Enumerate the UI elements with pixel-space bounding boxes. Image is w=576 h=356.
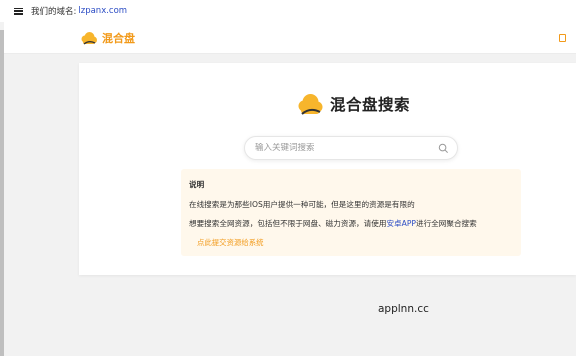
- cloud-logo-icon: [81, 31, 97, 45]
- domain-bar: 我们的域名: lzpanx.com: [0, 0, 576, 22]
- domain-link[interactable]: lzpanx.com: [78, 6, 127, 16]
- notice-line-2-suffix: 进行全网聚合搜索: [415, 219, 477, 228]
- notice-title: 说明: [189, 180, 205, 189]
- brand-name: 混合盘: [102, 31, 135, 45]
- notice-line-3: 点此提交资源给系统: [189, 237, 513, 248]
- top-header: 混合盘: [4, 22, 576, 54]
- search-card: 混合盘搜索 说明 在线搜索是为那些IOS用户提供一种可能，但是这里的资源是有限的…: [79, 63, 576, 275]
- search-input[interactable]: [255, 143, 435, 153]
- android-app-link[interactable]: 安卓APP: [386, 219, 416, 228]
- notice-line-2-prefix: 想要搜索全网资源，包括但不限于网盘、磁力资源，请使用: [189, 219, 387, 228]
- footer-text: applnn.cc: [378, 303, 429, 315]
- submit-resource-link[interactable]: 点此提交资源给系统: [197, 238, 264, 247]
- search-box: [244, 136, 458, 160]
- search-icon[interactable]: [438, 143, 449, 154]
- hero-heading: 混合盘搜索: [296, 93, 410, 115]
- domain-label: 我们的域名:: [31, 7, 77, 17]
- scrollbar[interactable]: [0, 30, 4, 356]
- notice-line-2: 想要搜索全网资源，包括但不限于网盘、磁力资源，请使用安卓APP进行全网聚合搜索: [189, 218, 513, 229]
- notice-line-1: 在线搜索是为那些IOS用户提供一种可能，但是这里的资源是有限的: [189, 200, 415, 209]
- document-icon[interactable]: [559, 34, 566, 42]
- menu-icon: [14, 7, 23, 15]
- page-title: 混合盘搜索: [330, 96, 411, 114]
- notice-box: 说明 在线搜索是为那些IOS用户提供一种可能，但是这里的资源是有限的 想要搜索全…: [181, 169, 521, 256]
- brand-logo[interactable]: 混合盘: [80, 30, 135, 46]
- cloud-logo-icon: [298, 94, 323, 115]
